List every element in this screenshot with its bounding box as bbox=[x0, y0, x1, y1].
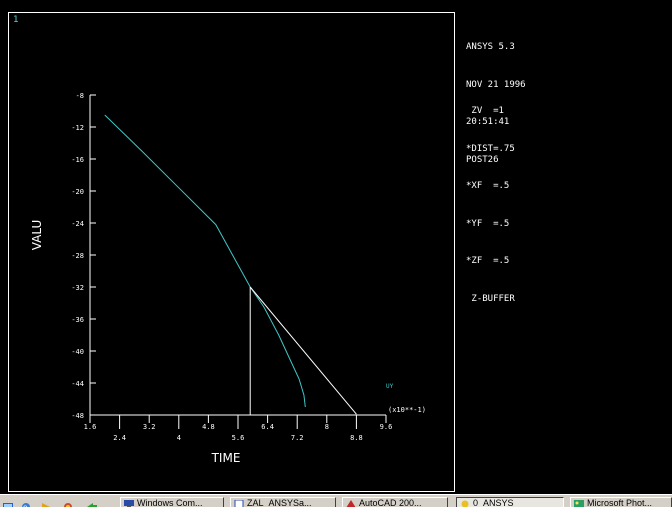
x-tick-label: 7.2 bbox=[291, 434, 304, 442]
series-line-1 bbox=[105, 115, 305, 407]
x-tick-label: 5.6 bbox=[232, 434, 245, 442]
view-yf: *YF =.5 bbox=[466, 218, 515, 231]
view-zbuffer: Z-BUFFER bbox=[466, 293, 515, 306]
x-tick-label: 8 bbox=[325, 423, 329, 431]
y-tick-label: -20 bbox=[71, 188, 84, 196]
x-tick-label: 3.2 bbox=[143, 423, 156, 431]
info-product: ANSYS 5.3 bbox=[466, 41, 526, 54]
y-tick-label: -44 bbox=[71, 380, 84, 388]
x-multiplier-label: (x10**-1) bbox=[388, 406, 426, 414]
view-zv: ZV =1 bbox=[466, 105, 515, 118]
x-tick-label: 8.8 bbox=[350, 434, 363, 442]
x-axis-title: TIME bbox=[211, 451, 241, 465]
svg-text:e: e bbox=[23, 503, 28, 507]
y-axis-title: VALU bbox=[30, 220, 44, 251]
view-zf: *ZF =.5 bbox=[466, 255, 515, 268]
view-xf: *XF =.5 bbox=[466, 180, 515, 193]
x-tick-label: 6.4 bbox=[261, 423, 274, 431]
view-settings-block: ZV =1 *DIST=.75 *XF =.5 *YF =.5 *ZF =.5 … bbox=[466, 80, 515, 318]
x-tick-label: 1.6 bbox=[84, 423, 97, 431]
series-line-2 bbox=[250, 287, 356, 414]
y-tick-label: -24 bbox=[71, 220, 84, 228]
xy-graph: -8 -12 -16 -20 -24 -28 -32 -36 -40 -44 -481.6 3.2 4.… bbox=[0, 0, 672, 494]
legend-label: UY bbox=[386, 383, 394, 390]
view-dist: *DIST=.75 bbox=[466, 143, 515, 156]
y-tick-label: -8 bbox=[76, 92, 84, 100]
x-tick-label: 4 bbox=[177, 434, 181, 442]
y-tick-label: -36 bbox=[71, 316, 84, 324]
y-tick-label: -28 bbox=[71, 252, 84, 260]
y-tick-label: -40 bbox=[71, 348, 84, 356]
x-tick-label: 4.8 bbox=[202, 423, 215, 431]
y-tick-label: -16 bbox=[71, 156, 84, 164]
taskbar: e Windows Com... ZAL_ANSYSa... AutoCAD 2… bbox=[0, 494, 672, 507]
y-tick-label: -12 bbox=[71, 124, 84, 132]
x-tick-label: 2.4 bbox=[113, 434, 126, 442]
x-tick-label: 9.6 bbox=[380, 423, 393, 431]
y-tick-label: -48 bbox=[71, 412, 84, 420]
y-tick-label: -32 bbox=[71, 284, 84, 292]
